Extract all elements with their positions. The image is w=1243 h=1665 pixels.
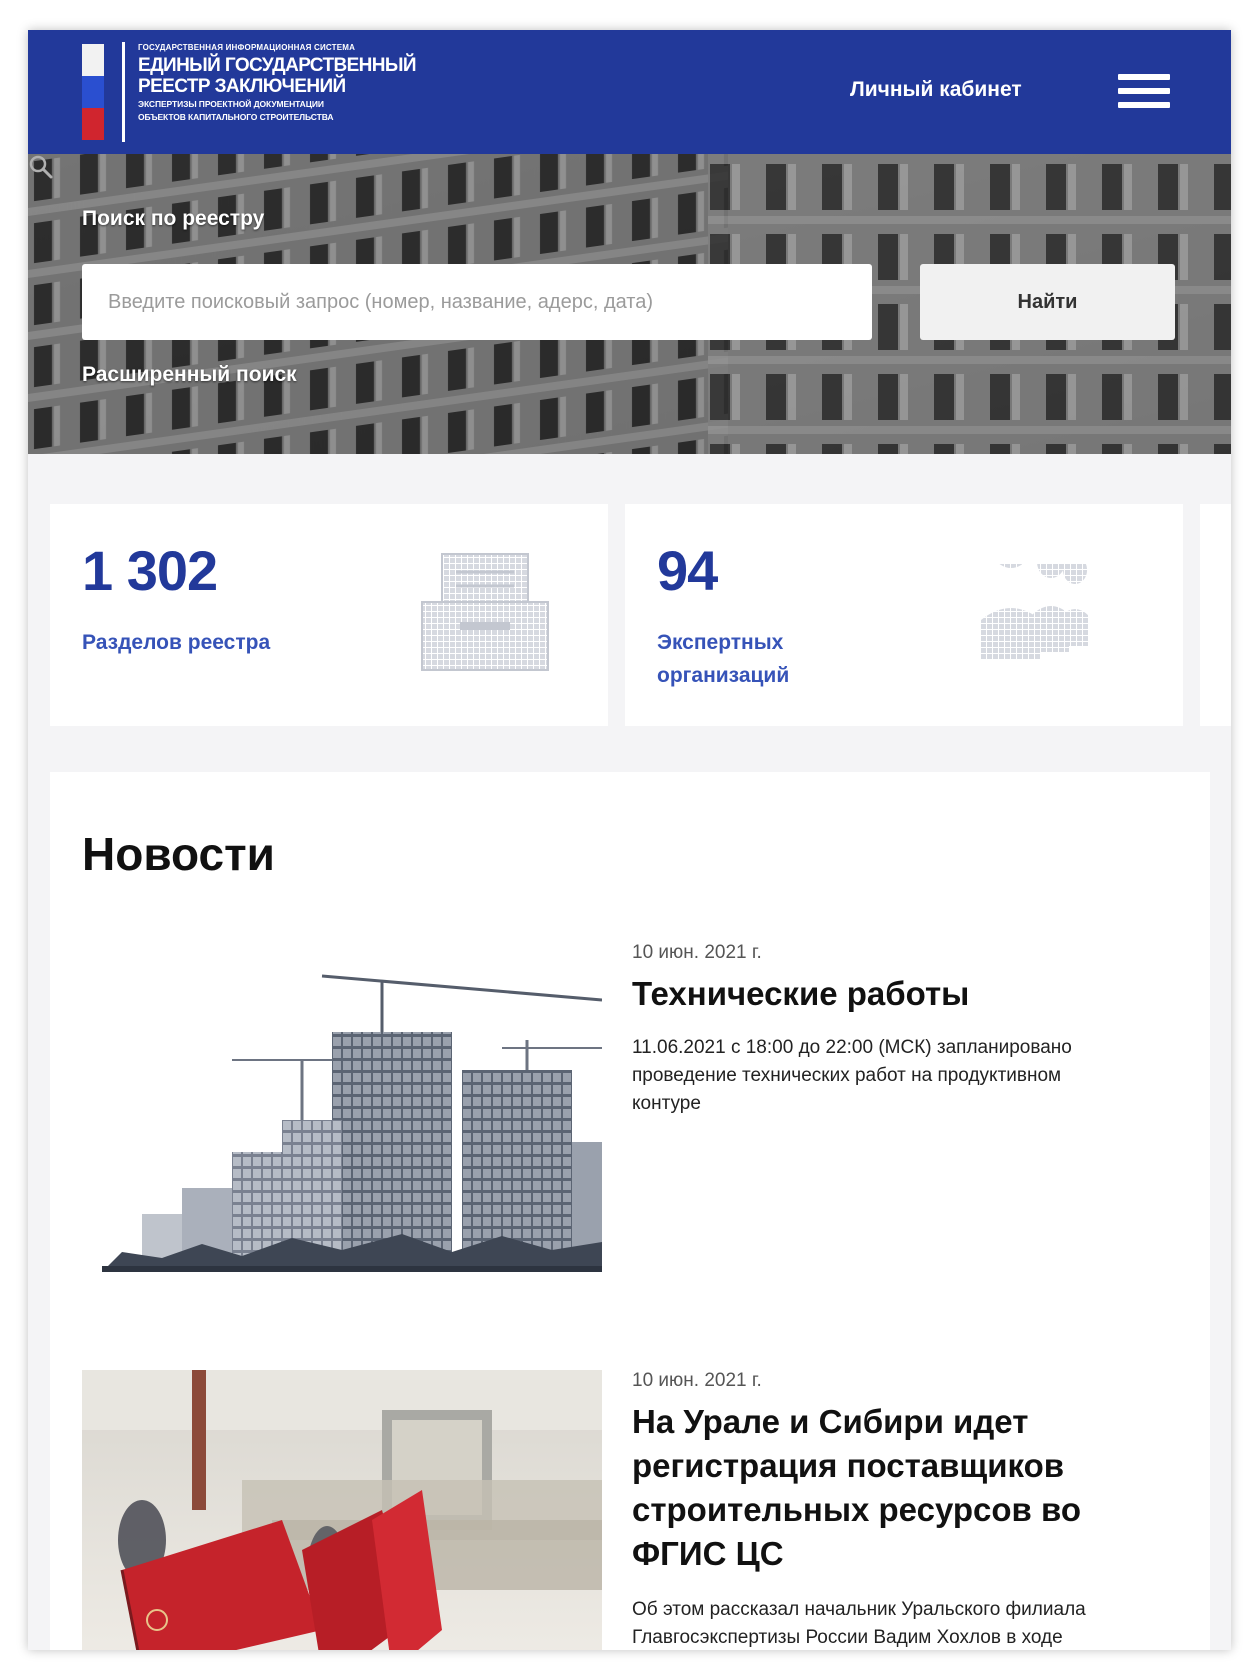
search-icon[interactable] [28, 154, 54, 180]
site-logo[interactable]: ГОСУДАРСТВЕННАЯ ИНФОРМАЦИОННАЯ СИСТЕМА Е… [138, 44, 448, 123]
advanced-search-link[interactable]: Расширенный поиск [82, 363, 297, 387]
logo-line-small-2: ОБЪЕКТОВ КАПИТАЛЬНОГО СТРОИТЕЛЬСТВА [138, 112, 334, 122]
search-input[interactable] [82, 264, 872, 340]
stat-label: Разделов реестра [82, 631, 271, 654]
personal-cabinet-link[interactable]: Личный кабинет [850, 78, 1022, 102]
news-date: 10 июн. 2021 г. [632, 1370, 762, 1391]
stat-value: 1 302 [82, 539, 218, 602]
news-title[interactable]: На Урале и Сибири идет регистрация поста… [632, 1400, 1152, 1576]
news-summary: 11.06.2021 с 18:00 до 22:00 (МСК) заплан… [632, 1037, 1072, 1114]
stat-value: 94 [657, 539, 718, 602]
news-section: Новости 10 июн. 2021 г. Технические рабо… [50, 772, 1210, 1650]
browser-viewport: ГОСУДАРСТВЕННАЯ ИНФОРМАЦИОННАЯ СИСТЕМА Е… [28, 30, 1231, 1650]
find-button[interactable]: Найти [920, 264, 1175, 340]
search-label: Поиск по реестру [82, 207, 265, 230]
search-hero: Поиск по реестру Найти Расширенный поиск [28, 154, 1231, 454]
news-heading: Новости [82, 828, 275, 880]
hamburger-menu-icon[interactable] [1118, 74, 1170, 114]
russian-flag-icon [82, 44, 104, 140]
news-summary: Об этом рассказал начальник Уральского ф… [632, 1599, 1086, 1648]
logo-line-small-top: ГОСУДАРСТВЕННАЯ ИНФОРМАЦИОННАЯ СИСТЕМА [138, 43, 356, 52]
logo-line-big-1: ЕДИНЫЙ ГОСУДАРСТВЕННЫЙ [138, 55, 417, 76]
stat-card-expert-organizations[interactable]: 94 Экспертных организаций [625, 504, 1183, 726]
site-header: ГОСУДАРСТВЕННАЯ ИНФОРМАЦИОННАЯ СИСТЕМА Е… [28, 30, 1231, 154]
stat-card-partial[interactable] [1200, 504, 1231, 726]
logo-divider [122, 42, 125, 142]
logo-line-big-2: РЕЕСТР ЗАКЛЮЧЕНИЙ [138, 76, 346, 97]
people-group-icon [981, 564, 1089, 660]
registry-building-icon [421, 553, 549, 671]
stat-label: Экспертных организаций [657, 631, 790, 687]
construction-site-image [102, 974, 602, 1272]
news-date: 10 июн. 2021 г. [632, 942, 762, 963]
meeting-flags-image [82, 1370, 602, 1650]
news-title[interactable]: Технические работы [632, 972, 1152, 1016]
page-frame: ГОСУДАРСТВЕННАЯ ИНФОРМАЦИОННАЯ СИСТЕМА Е… [0, 0, 1243, 1665]
stat-card-registry-sections[interactable]: 1 302 Разделов реестра [50, 504, 608, 726]
logo-line-small-1: ЭКСПЕРТИЗЫ ПРОЕКТНОЙ ДОКУМЕНТАЦИИ [138, 99, 324, 109]
